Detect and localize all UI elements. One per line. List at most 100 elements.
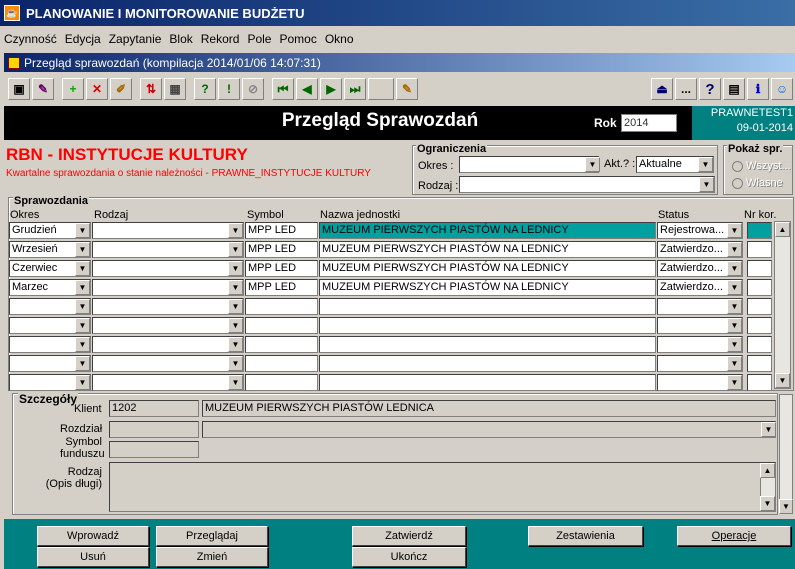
- usun-button[interactable]: Usuń: [37, 547, 149, 567]
- edit-icon[interactable]: ✐: [110, 78, 132, 100]
- chevron-down-icon[interactable]: ▼: [727, 299, 742, 314]
- menu-pomoc[interactable]: Pomoc: [279, 32, 316, 46]
- cell-symbol[interactable]: [245, 355, 318, 372]
- operacje-button[interactable]: Operacje: [677, 526, 791, 546]
- cell-rodzaj[interactable]: [92, 355, 244, 372]
- chevron-down-icon[interactable]: ▼: [75, 337, 90, 352]
- chevron-down-icon[interactable]: ▼: [727, 242, 742, 257]
- delete-record-icon[interactable]: ✕: [86, 78, 108, 100]
- cell-nr-kor[interactable]: [747, 241, 772, 258]
- cell-symbol[interactable]: MPP LED: [245, 222, 318, 239]
- help-icon[interactable]: ?: [699, 78, 721, 100]
- cell-rodzaj[interactable]: [92, 298, 244, 315]
- cell-nazwa[interactable]: [319, 298, 656, 315]
- zmien-button[interactable]: Zmień: [156, 547, 268, 567]
- chevron-down-icon[interactable]: ▼: [228, 318, 243, 333]
- ukoncz-button[interactable]: Ukończ: [352, 547, 466, 567]
- print-icon[interactable]: ✎: [32, 78, 54, 100]
- more-icon[interactable]: ...: [675, 78, 697, 100]
- menu-edycja[interactable]: Edycja: [65, 32, 101, 46]
- chevron-down-icon[interactable]: ▼: [75, 280, 90, 295]
- chevron-down-icon[interactable]: ▼: [75, 356, 90, 371]
- exit-icon[interactable]: ⏏: [651, 78, 673, 100]
- chevron-down-icon[interactable]: ▼: [228, 261, 243, 276]
- chevron-down-icon[interactable]: ▼: [228, 337, 243, 352]
- chevron-down-icon[interactable]: ▼: [585, 157, 600, 172]
- cell-nr-kor[interactable]: [747, 317, 772, 334]
- calculator-icon[interactable]: ▤: [723, 78, 745, 100]
- chevron-down-icon[interactable]: ▼: [727, 223, 742, 238]
- chevron-down-icon[interactable]: ▼: [228, 280, 243, 295]
- symbol-funduszu-field[interactable]: [109, 441, 199, 458]
- grid-icon[interactable]: ▦: [164, 78, 186, 100]
- cell-nazwa[interactable]: [319, 317, 656, 334]
- menu-okno[interactable]: Okno: [325, 32, 354, 46]
- blank-icon[interactable]: [368, 78, 394, 100]
- menu-zapytanie[interactable]: Zapytanie: [109, 32, 162, 46]
- chevron-down-icon[interactable]: ▼: [228, 242, 243, 257]
- cell-rodzaj[interactable]: [92, 260, 244, 277]
- cell-nr-kor[interactable]: [747, 355, 772, 372]
- scroll-up-icon[interactable]: ▲: [760, 463, 775, 478]
- chevron-down-icon[interactable]: ▼: [761, 422, 776, 437]
- rodzaj-opis-textarea[interactable]: [109, 462, 776, 512]
- cell-rodzaj[interactable]: [92, 317, 244, 334]
- chevron-down-icon[interactable]: ▼: [727, 356, 742, 371]
- cell-nazwa[interactable]: [319, 374, 656, 391]
- cell-nazwa[interactable]: MUZEUM PIERWSZYCH PIASTÓW NA LEDNICY: [319, 241, 656, 258]
- cell-symbol[interactable]: [245, 298, 318, 315]
- chevron-down-icon[interactable]: ▼: [698, 157, 713, 172]
- menu-blok[interactable]: Blok: [169, 32, 192, 46]
- chevron-down-icon[interactable]: ▼: [228, 223, 243, 238]
- chevron-down-icon[interactable]: ▼: [75, 375, 90, 390]
- cell-symbol[interactable]: MPP LED: [245, 241, 318, 258]
- zatwierdz-button[interactable]: Zatwierdź: [352, 526, 466, 546]
- radio-wszystkie[interactable]: Wszyst...: [732, 160, 791, 172]
- chevron-down-icon[interactable]: ▼: [228, 356, 243, 371]
- split-icon[interactable]: ⇅: [140, 78, 162, 100]
- menu-pole[interactable]: Pole: [247, 32, 271, 46]
- chevron-down-icon[interactable]: ▼: [699, 177, 714, 192]
- chevron-down-icon[interactable]: ▼: [75, 261, 90, 276]
- cell-rodzaj[interactable]: [92, 279, 244, 296]
- klient-id-field[interactable]: 1202: [109, 400, 199, 417]
- chevron-down-icon[interactable]: ▼: [727, 375, 742, 390]
- cell-rodzaj[interactable]: [92, 336, 244, 353]
- query-cancel-icon[interactable]: ⊘: [242, 78, 264, 100]
- klient-name-field[interactable]: MUZEUM PIERWSZYCH PIASTÓW LEDNICA: [202, 400, 776, 417]
- scroll-down-icon[interactable]: ▼: [775, 373, 790, 388]
- calc-icon[interactable]: ✎: [396, 78, 418, 100]
- details-scrollbar[interactable]: [779, 394, 793, 514]
- chevron-down-icon[interactable]: ▼: [228, 375, 243, 390]
- cell-rodzaj[interactable]: [92, 222, 244, 239]
- cell-rodzaj[interactable]: [92, 374, 244, 391]
- cell-symbol[interactable]: [245, 336, 318, 353]
- menu-rekord[interactable]: Rekord: [201, 32, 240, 46]
- info-icon[interactable]: ℹ: [747, 78, 769, 100]
- cell-symbol[interactable]: [245, 317, 318, 334]
- chevron-down-icon[interactable]: ▼: [75, 242, 90, 257]
- cell-nazwa[interactable]: MUZEUM PIERWSZYCH PIASTÓW NA LEDNICY: [319, 222, 656, 239]
- chevron-down-icon[interactable]: ▼: [727, 280, 742, 295]
- przegladaj-button[interactable]: Przeglądaj: [156, 526, 268, 546]
- grid-scrollbar[interactable]: [774, 221, 791, 389]
- cell-nazwa[interactable]: [319, 355, 656, 372]
- chevron-down-icon[interactable]: ▼: [75, 223, 90, 238]
- last-record-icon[interactable]: ⏭: [344, 78, 366, 100]
- user-icon[interactable]: ☺: [771, 78, 793, 100]
- save-icon[interactable]: ▣: [8, 78, 30, 100]
- rodzaj-filter-select[interactable]: [459, 176, 715, 193]
- cell-nazwa[interactable]: MUZEUM PIERWSZYCH PIASTÓW NA LEDNICY: [319, 260, 656, 277]
- scroll-down-icon[interactable]: ▼: [779, 499, 793, 514]
- cell-nr-kor[interactable]: [747, 374, 772, 391]
- cell-symbol[interactable]: MPP LED: [245, 279, 318, 296]
- rozdzial-select[interactable]: [202, 421, 776, 438]
- wprowadz-button[interactable]: Wprowadź: [37, 526, 149, 546]
- prev-record-icon[interactable]: ◀: [296, 78, 318, 100]
- radio-wlasne[interactable]: Własne: [732, 177, 783, 189]
- chevron-down-icon[interactable]: ▼: [727, 318, 742, 333]
- cell-nr-kor[interactable]: [747, 260, 772, 277]
- chevron-down-icon[interactable]: ▼: [75, 318, 90, 333]
- add-record-icon[interactable]: +: [62, 78, 84, 100]
- rozdzial-code-field[interactable]: [109, 421, 199, 438]
